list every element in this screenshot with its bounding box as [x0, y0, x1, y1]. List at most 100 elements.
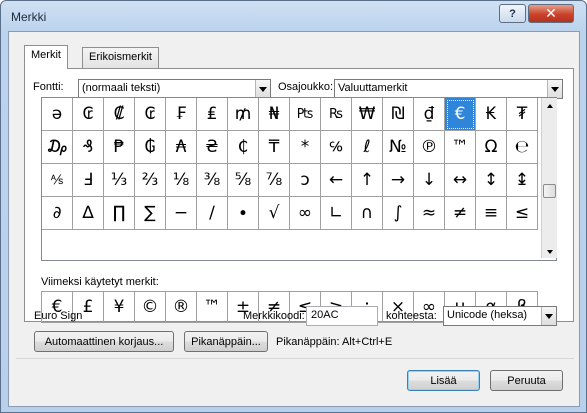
symbol-cell[interactable]: ∞ — [290, 197, 321, 230]
symbol-cell[interactable]: ⅍ — [42, 164, 73, 197]
symbol-cell[interactable]: ℗ — [414, 131, 445, 164]
symbol-cell[interactable]: ∩ — [352, 197, 383, 230]
symbol-cell[interactable]: Ⅎ — [73, 164, 104, 197]
symbol-cell[interactable]: ə — [42, 98, 73, 131]
symbol-cell[interactable]: ≠ — [445, 197, 476, 230]
symbol-cell[interactable]: ₳ — [166, 131, 197, 164]
symbol-cell[interactable]: ℅ — [321, 131, 352, 164]
from-select[interactable]: Unicode (heksa) — [443, 306, 557, 326]
close-button[interactable]: ✕ — [528, 4, 574, 23]
scroll-thumb[interactable] — [543, 184, 556, 198]
char-name: Euro Sign — [34, 310, 83, 322]
symbol-cell[interactable]: ₤ — [197, 98, 228, 131]
symbol-cell[interactable]: ₪ — [383, 98, 414, 131]
symbol-cell[interactable]: ⅜ — [197, 164, 228, 197]
close-icon: ✕ — [545, 5, 557, 21]
symbol-cell[interactable]: ↕ — [476, 164, 507, 197]
symbol-cell[interactable]: ⅓ — [104, 164, 135, 197]
symbol-cell[interactable]: → — [383, 164, 414, 197]
insert-button[interactable]: Lisää — [407, 370, 480, 391]
autocorrect-button[interactable]: Automaattinen korjaus... — [34, 331, 174, 352]
scroll-down-button[interactable] — [542, 244, 557, 260]
symbol-cell[interactable]: ↄ — [290, 164, 321, 197]
symbol-cell[interactable]: ₦ — [259, 98, 290, 131]
shortcut-key-button-label: Pikanäppäin... — [191, 335, 261, 348]
recent-symbol-cell[interactable]: ¥ — [104, 292, 135, 323]
recent-symbol-cell[interactable]: ® — [166, 292, 197, 323]
symbol-cell[interactable]: ₴ — [197, 131, 228, 164]
symbol-cell[interactable]: ≈ — [414, 197, 445, 230]
symbol-scrollbar[interactable] — [541, 98, 557, 258]
symbol-cell[interactable]: ₲ — [135, 131, 166, 164]
symbol-cell[interactable]: ⅝ — [228, 164, 259, 197]
symbol-cell[interactable]: ₢ — [73, 98, 104, 131]
shortcut-key-button[interactable]: Pikanäppäin... — [184, 331, 268, 352]
symbol-cell[interactable]: ↔ — [445, 164, 476, 197]
symbol-cell[interactable]: ₱ — [104, 131, 135, 164]
symbol-cell[interactable]: ℮ — [507, 131, 538, 164]
symbol-cell[interactable]: ₩ — [352, 98, 383, 131]
scroll-up-button[interactable] — [542, 98, 557, 114]
font-label: Fontti: — [33, 81, 64, 93]
symbol-cell[interactable]: ₣ — [166, 98, 197, 131]
symbol-cell[interactable]: ₢ — [135, 98, 166, 131]
titlebar[interactable]: Merkki ? ✕ — [1, 1, 586, 33]
chevron-down-icon[interactable] — [547, 80, 562, 98]
symbol-cell[interactable]: * — [290, 131, 321, 164]
symbol-cell[interactable]: ↓ — [414, 164, 445, 197]
symbol-cell[interactable]: ₮ — [507, 98, 538, 131]
help-button[interactable]: ? — [499, 4, 526, 23]
symbol-cell[interactable]: √ — [259, 197, 290, 230]
from-label: kohteesta: — [386, 310, 437, 322]
symbol-cell[interactable]: ℓ — [352, 131, 383, 164]
symbol-cell[interactable]: ∂ — [42, 197, 73, 230]
subset-select[interactable]: Valuuttamerkit — [334, 79, 563, 99]
char-code-value: 20AC — [311, 309, 339, 321]
font-select[interactable]: (normaali teksti) — [78, 79, 271, 99]
symbol-cell[interactable]: − — [166, 197, 197, 230]
symbol-cell[interactable]: ₫ — [414, 98, 445, 131]
symbol-cell[interactable]: ∏ — [104, 197, 135, 230]
chevron-down-icon[interactable] — [255, 80, 270, 98]
symbol-cell[interactable]: ₨ — [321, 98, 352, 131]
symbol-cell[interactable]: ₵ — [228, 131, 259, 164]
symbol-cell[interactable]: ₭ — [476, 98, 507, 131]
autocorrect-button-label: Automaattinen korjaus... — [44, 335, 164, 348]
symbol-cell[interactable]: ₸ — [259, 131, 290, 164]
symbol-cell[interactable]: ⅛ — [166, 164, 197, 197]
symbol-cell[interactable]: ∆ — [73, 197, 104, 230]
symbol-cell[interactable]: № — [383, 131, 414, 164]
tab-merkit[interactable]: Merkit — [24, 45, 68, 69]
symbol-cell[interactable]: ≤ — [507, 197, 538, 230]
recent-symbol-cell[interactable]: © — [135, 292, 166, 323]
chevron-up-icon — [546, 104, 553, 108]
symbol-cell[interactable]: ← — [321, 164, 352, 197]
symbol-cell[interactable]: ∑ — [135, 197, 166, 230]
shortcut-text: Pikanäppäin: Alt+Ctrl+E — [276, 336, 393, 348]
symbol-grid: ə ₢ ₡ ₢ ₣ ₤ ₥ ₦ ₧ ₨ ₩ ₪ ₫ € ₭ ₮ ₯ ₰ ₱ ₲ ₳ ₴ ₵ ₸ * ℅ ℓ № ℗ ™ Ω ℮ ⅍ Ⅎ ⅓ ⅔ ⅛ ⅜ ⅝ ⅞… — [41, 97, 557, 261]
symbol-cell[interactable]: ∕ — [197, 197, 228, 230]
symbol-cell[interactable]: ₰ — [73, 131, 104, 164]
symbol-cell[interactable]: ⅞ — [259, 164, 290, 197]
recent-label: Viimeksi käytetyt merkit: — [41, 276, 159, 288]
chevron-down-icon[interactable] — [541, 307, 556, 325]
symbol-cell[interactable]: ∟ — [321, 197, 352, 230]
symbol-cell[interactable]: ₯ — [42, 131, 73, 164]
symbol-cell[interactable]: Ω — [476, 131, 507, 164]
symbol-cell[interactable]: € — [445, 98, 476, 131]
symbol-cell[interactable]: ⅔ — [135, 164, 166, 197]
symbol-cell[interactable]: ↨ — [507, 164, 538, 197]
symbol-cell[interactable]: ∫ — [383, 197, 414, 230]
symbol-cell[interactable]: ₡ — [104, 98, 135, 131]
symbol-cell[interactable]: ∙ — [228, 197, 259, 230]
symbol-cell[interactable]: ₥ — [228, 98, 259, 131]
tab-erikoismerkit-label: Erikoismerkit — [89, 51, 152, 63]
symbol-cell[interactable]: ≡ — [476, 197, 507, 230]
recent-symbol-cell[interactable]: ™ — [197, 292, 228, 323]
tab-erikoismerkit[interactable]: Erikoismerkit — [82, 47, 159, 68]
cancel-button[interactable]: Peruuta — [490, 370, 563, 391]
char-code-field[interactable]: 20AC — [306, 306, 378, 326]
symbol-cell[interactable]: ™ — [445, 131, 476, 164]
symbol-cell[interactable]: ↑ — [352, 164, 383, 197]
symbol-cell[interactable]: ₧ — [290, 98, 321, 131]
